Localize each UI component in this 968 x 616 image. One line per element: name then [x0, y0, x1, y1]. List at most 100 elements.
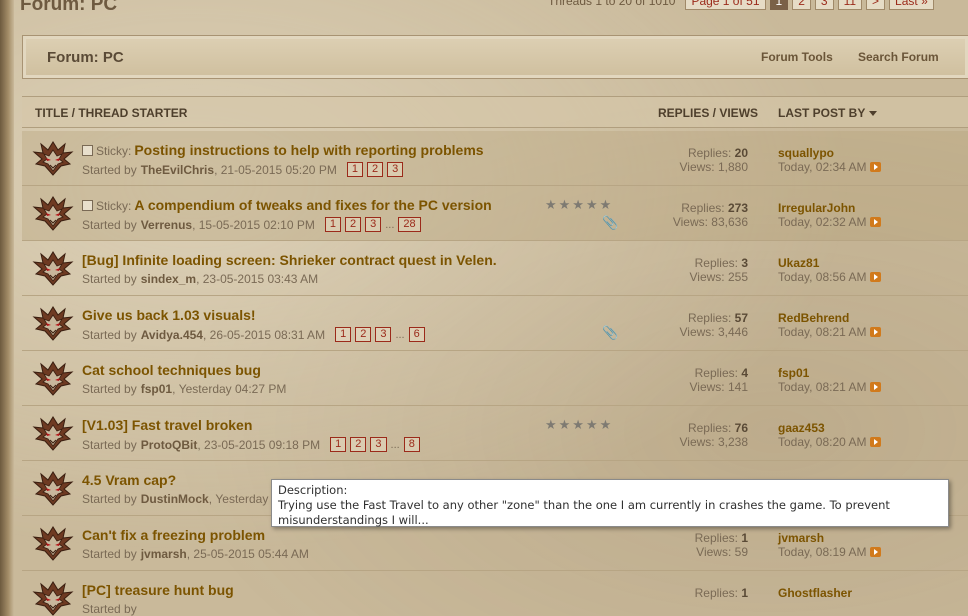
go-to-last-post-icon[interactable] [869, 382, 881, 392]
thread-page-link[interactable]: 1 [330, 437, 347, 452]
go-to-last-post-icon[interactable] [869, 327, 881, 337]
pager-last[interactable]: Last » [889, 0, 934, 10]
thread-starter-link[interactable]: sindex_m [141, 272, 196, 286]
thread-page-link[interactable]: 3 [370, 437, 387, 452]
thread-page-link[interactable]: 1 [324, 217, 341, 232]
thread-title-link[interactable]: Can't fix a freezing problem [82, 527, 265, 543]
go-to-last-post-icon[interactable] [869, 272, 881, 282]
thread-title-link[interactable]: [V1.03] Fast travel broken [82, 417, 252, 433]
thread-page-link[interactable]: 2 [344, 217, 362, 232]
replies-label: Replies: [694, 366, 738, 380]
thread-meta: Started by [82, 602, 141, 616]
last-post-user-link[interactable]: Ghostflasher [778, 586, 852, 600]
thread-meta: Started by DustinMock, Yesterday [82, 492, 268, 506]
last-post-user-link[interactable]: Ukaz81 [778, 256, 881, 270]
last-post-time-line: Today, 08:21 AM [778, 380, 881, 394]
last-post-user-link[interactable]: RedBehrend [778, 311, 881, 325]
thread-page-link[interactable]: 2 [350, 437, 367, 452]
last-post-time: Today, 08:21 AM [778, 325, 867, 339]
last-post-info: fsp01 Today, 08:21 AM [778, 366, 881, 394]
sort-replies-views-header[interactable]: REPLIES / VIEWS [658, 106, 758, 120]
pager-page-11[interactable]: 11 [837, 0, 863, 10]
thread-title-link[interactable]: 4.5 Vram cap? [82, 472, 176, 488]
pager-page-2[interactable]: 2 [792, 0, 811, 10]
thread-select-checkbox[interactable] [82, 200, 93, 211]
go-to-last-post-icon[interactable] [869, 437, 881, 447]
thread-stats: Replies: 1 Views: 59 [695, 531, 748, 559]
thread-start-date: Yesterday [215, 492, 269, 506]
thread-title-link[interactable]: Cat school techniques bug [82, 362, 261, 378]
thread-starter-link[interactable]: DustinMock [141, 492, 209, 506]
go-to-last-post-icon[interactable] [869, 162, 881, 172]
views-label: Views: [679, 325, 715, 339]
thread-starter-link[interactable]: fsp01 [141, 382, 172, 396]
sort-title-header[interactable]: TITLE / THREAD STARTER [35, 106, 187, 120]
replies-count: 76 [734, 421, 748, 435]
thread-row: Cat school techniques bug Started by fsp01… [22, 351, 968, 406]
thread-select-checkbox[interactable] [82, 145, 93, 156]
thread-title-link[interactable]: A compendium of tweaks and fixes for the… [134, 197, 491, 213]
thread-starter-link[interactable]: TheEvilChris [141, 163, 214, 177]
forum-tools-button[interactable]: Forum Tools [761, 50, 833, 64]
thread-page-link[interactable]: 2 [366, 162, 384, 177]
thread-starter-link[interactable]: ProtoQBit [141, 438, 198, 452]
thread-row: Give us back 1.03 visuals! Started by Avid… [22, 296, 968, 351]
thread-starter-link[interactable]: Avidya.454 [141, 328, 203, 342]
replies-count: 1 [741, 586, 748, 600]
thread-start-comma: , [196, 272, 203, 286]
replies-count: 1 [741, 531, 748, 545]
views-count: 141 [727, 380, 748, 394]
last-post-time: Today, 08:56 AM [778, 270, 867, 284]
thread-starter-link[interactable]: Verrenus [141, 218, 192, 232]
last-post-user-link[interactable]: gaaz453 [778, 421, 881, 435]
thread-title-link[interactable]: [PC] treasure hunt bug [82, 582, 234, 598]
thread-last-page-link[interactable]: 8 [403, 437, 420, 452]
search-forum-button[interactable]: Search Forum [858, 50, 939, 64]
views-count: 1,880 [717, 160, 748, 174]
page-of-dropdown[interactable]: Page 1 of 51 [685, 0, 766, 10]
thread-stats: Replies: 57 Views: 3,446 [679, 311, 748, 339]
thread-title-link[interactable]: Posting instructions to help with report… [134, 142, 483, 158]
thread-rating-stars: ★★★★★ [545, 417, 614, 432]
replies-line: Replies: 57 [679, 311, 748, 325]
replies-line: Replies: 1 [695, 586, 748, 600]
last-post-time-line: Today, 08:20 AM [778, 435, 881, 449]
thread-page-link[interactable]: 2 [355, 327, 372, 342]
last-post-user-link[interactable]: fsp01 [778, 366, 881, 380]
thread-row: Sticky: A compendium of tweaks and fixes … [22, 186, 968, 241]
last-post-user-link[interactable]: jvmarsh [778, 531, 881, 545]
thread-title-line: Cat school techniques bug [82, 362, 261, 378]
thread-start-comma: , [197, 437, 205, 452]
thread-title-link[interactable]: Give us back 1.03 visuals! [82, 307, 256, 323]
thread-title-link[interactable]: [Bug] Infinite loading screen: Shrieker … [82, 252, 497, 268]
views-label: Views: [689, 380, 725, 394]
views-line: Views: 3,446 [679, 325, 748, 339]
thread-title-line: Sticky: Posting instructions to help with… [82, 142, 484, 158]
thread-last-page-link[interactable]: 28 [398, 217, 421, 232]
thread-last-page-link[interactable]: 6 [408, 327, 425, 342]
last-post-user-link[interactable]: IrregularJohn [778, 201, 881, 215]
thread-page-link[interactable]: 1 [346, 162, 363, 177]
wolf-medallion-icon [32, 415, 74, 453]
thread-starter-link[interactable]: jvmarsh [141, 547, 187, 561]
views-count: 59 [734, 545, 748, 559]
replies-line: Replies: 20 [679, 146, 748, 160]
thread-start-date: 23-05-2015 03:43 AM [202, 272, 319, 286]
sort-last-post-header[interactable]: LAST POST BY [778, 106, 878, 120]
go-to-last-post-icon[interactable] [869, 217, 881, 227]
replies-count: 273 [727, 201, 748, 215]
wolf-medallion-icon [32, 305, 74, 343]
thread-page-link[interactable]: 3 [387, 162, 404, 177]
thread-stats: Replies: 76 Views: 3,238 [679, 421, 748, 449]
thread-page-link[interactable]: 3 [375, 327, 392, 342]
last-post-info: IrregularJohn Today, 02:32 AM [778, 201, 881, 229]
pager-page-1[interactable]: 1 [769, 0, 789, 10]
pager-next[interactable]: > [866, 0, 886, 10]
page-ellipsis: ... [395, 328, 405, 341]
thread-page-link[interactable]: 3 [365, 217, 382, 232]
last-post-user-link[interactable]: squallypo [778, 146, 881, 160]
go-to-last-post-icon[interactable] [869, 547, 881, 557]
pager-page-3[interactable]: 3 [814, 0, 834, 10]
thread-page-link[interactable]: 1 [335, 327, 352, 342]
views-count: 3,238 [717, 435, 748, 449]
